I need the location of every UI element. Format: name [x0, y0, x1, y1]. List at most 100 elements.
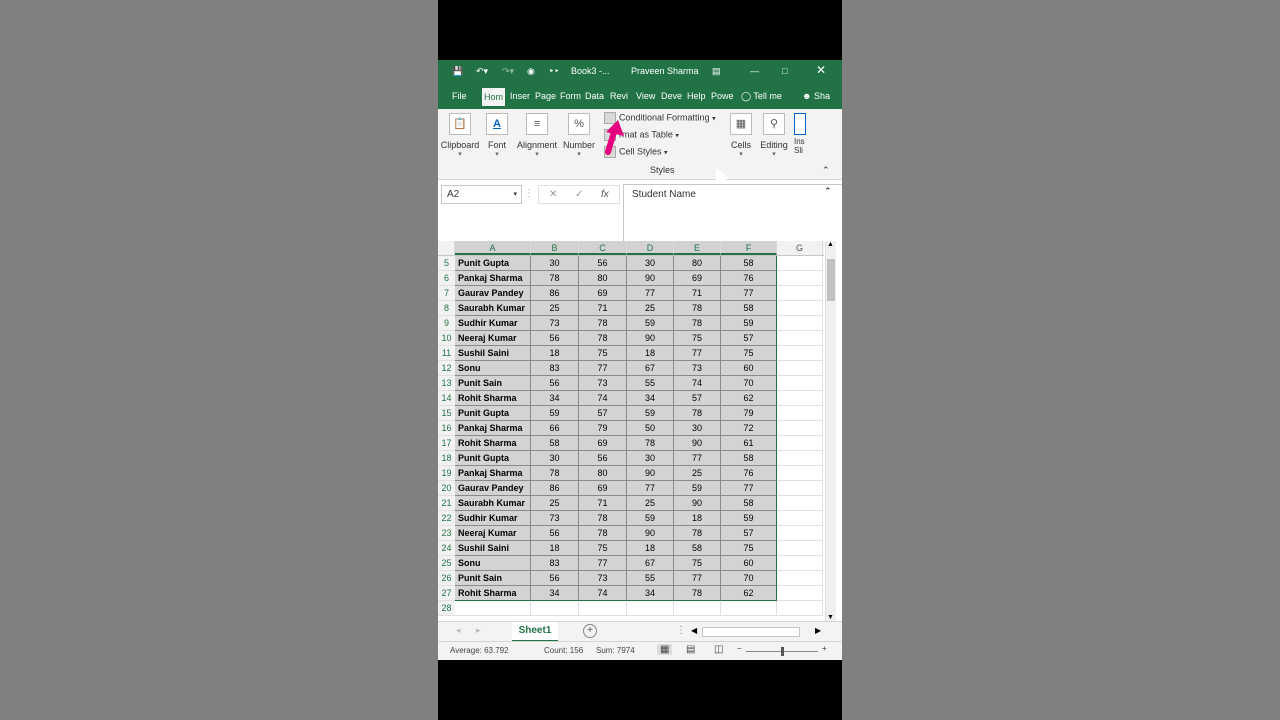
row-header[interactable]: 22	[438, 511, 455, 526]
select-all-corner[interactable]	[438, 241, 455, 255]
score-cell[interactable]: 18	[627, 346, 674, 361]
empty-cell[interactable]	[777, 301, 823, 316]
score-cell[interactable]: 86	[531, 481, 579, 496]
score-cell[interactable]: 75	[579, 541, 627, 556]
score-cell[interactable]: 58	[721, 451, 777, 466]
empty-cell[interactable]	[777, 571, 823, 586]
more-commands-icon[interactable]: ‣‣	[549, 66, 560, 77]
empty-cell[interactable]	[777, 466, 823, 481]
score-cell[interactable]: 70	[721, 571, 777, 586]
column-header-g[interactable]: G	[777, 241, 823, 255]
score-cell[interactable]: 73	[531, 316, 579, 331]
empty-cell[interactable]	[777, 496, 823, 511]
score-cell[interactable]: 69	[674, 271, 721, 286]
score-cell[interactable]: 78	[579, 316, 627, 331]
score-cell[interactable]: 25	[627, 301, 674, 316]
empty-cell[interactable]	[674, 601, 721, 616]
student-name-cell[interactable]: Saurabh Kumar	[455, 301, 531, 316]
score-cell[interactable]: 75	[674, 556, 721, 571]
score-cell[interactable]: 90	[627, 331, 674, 346]
empty-cell[interactable]	[777, 346, 823, 361]
cancel-icon[interactable]: ✕	[549, 186, 557, 203]
clipboard-group[interactable]: 📋 Clipboard ▾	[440, 109, 480, 158]
score-cell[interactable]: 75	[721, 346, 777, 361]
empty-cell[interactable]	[777, 271, 823, 286]
tab-power[interactable]: Powe	[711, 91, 734, 101]
score-cell[interactable]: 30	[531, 256, 579, 271]
score-cell[interactable]: 18	[531, 346, 579, 361]
score-cell[interactable]: 56	[531, 571, 579, 586]
row-header[interactable]: 23	[438, 526, 455, 541]
student-name-cell[interactable]: Punit Sain	[455, 571, 531, 586]
score-cell[interactable]: 50	[627, 421, 674, 436]
column-header-b[interactable]: B	[531, 241, 579, 255]
row-header[interactable]: 28	[438, 601, 455, 616]
score-cell[interactable]: 67	[627, 361, 674, 376]
row-header[interactable]: 11	[438, 346, 455, 361]
score-cell[interactable]: 79	[579, 421, 627, 436]
worksheet-grid[interactable]: A B C D E F G 5 Punit Gupta 30 56 30 80 58 6 Pan…	[438, 241, 842, 621]
row-header[interactable]: 9	[438, 316, 455, 331]
student-name-cell[interactable]: Punit Gupta	[455, 256, 531, 271]
score-cell[interactable]: 78	[531, 466, 579, 481]
student-name-cell[interactable]: Neeraj Kumar	[455, 526, 531, 541]
empty-cell[interactable]	[777, 316, 823, 331]
score-cell[interactable]: 78	[674, 301, 721, 316]
score-cell[interactable]: 30	[531, 451, 579, 466]
score-cell[interactable]: 77	[627, 481, 674, 496]
score-cell[interactable]: 18	[674, 511, 721, 526]
scroll-up-icon[interactable]: ▲	[827, 241, 834, 248]
row-header[interactable]: 10	[438, 331, 455, 346]
empty-cell[interactable]	[777, 526, 823, 541]
row-header[interactable]: 18	[438, 451, 455, 466]
score-cell[interactable]: 78	[674, 586, 721, 601]
score-cell[interactable]: 78	[579, 331, 627, 346]
score-cell[interactable]: 78	[579, 511, 627, 526]
score-cell[interactable]: 69	[579, 286, 627, 301]
score-cell[interactable]: 71	[674, 286, 721, 301]
score-cell[interactable]: 18	[627, 541, 674, 556]
camera-icon[interactable]: ◉	[527, 66, 535, 77]
score-cell[interactable]: 25	[531, 301, 579, 316]
row-header[interactable]: 15	[438, 406, 455, 421]
tab-home[interactable]: Hom	[482, 88, 506, 106]
score-cell[interactable]: 67	[627, 556, 674, 571]
empty-cell[interactable]	[777, 331, 823, 346]
score-cell[interactable]: 57	[721, 526, 777, 541]
empty-cell[interactable]	[777, 286, 823, 301]
row-header[interactable]: 19	[438, 466, 455, 481]
page-break-view-icon[interactable]: ◫	[714, 644, 723, 655]
empty-cell[interactable]	[777, 556, 823, 571]
score-cell[interactable]: 90	[627, 526, 674, 541]
tab-formulas[interactable]: Form	[560, 91, 581, 101]
row-header[interactable]: 25	[438, 556, 455, 571]
vertical-scrollbar[interactable]: ▲ ▼	[825, 241, 836, 621]
score-cell[interactable]: 90	[627, 466, 674, 481]
score-cell[interactable]: 25	[531, 496, 579, 511]
student-name-cell[interactable]: Rohit Sharma	[455, 391, 531, 406]
row-header[interactable]: 7	[438, 286, 455, 301]
empty-cell[interactable]	[777, 406, 823, 421]
score-cell[interactable]: 30	[627, 451, 674, 466]
score-cell[interactable]: 78	[674, 316, 721, 331]
score-cell[interactable]: 56	[531, 331, 579, 346]
score-cell[interactable]: 55	[627, 376, 674, 391]
empty-cell[interactable]	[777, 361, 823, 376]
score-cell[interactable]: 59	[721, 511, 777, 526]
score-cell[interactable]: 59	[674, 481, 721, 496]
score-cell[interactable]: 62	[721, 586, 777, 601]
student-name-cell[interactable]: Gaurav Pandey	[455, 286, 531, 301]
empty-cell[interactable]	[777, 481, 823, 496]
zoom-in-icon[interactable]: +	[822, 644, 827, 653]
enter-icon[interactable]: ✓	[575, 186, 583, 203]
score-cell[interactable]: 76	[721, 466, 777, 481]
score-cell[interactable]: 66	[531, 421, 579, 436]
score-cell[interactable]: 78	[531, 271, 579, 286]
formula-input[interactable]: Student Name	[623, 184, 842, 242]
student-name-cell[interactable]: Punit Gupta	[455, 451, 531, 466]
empty-cell[interactable]	[777, 586, 823, 601]
score-cell[interactable]: 78	[627, 436, 674, 451]
horizontal-scrollbar[interactable]	[702, 627, 800, 637]
score-cell[interactable]: 80	[674, 256, 721, 271]
score-cell[interactable]: 77	[579, 556, 627, 571]
